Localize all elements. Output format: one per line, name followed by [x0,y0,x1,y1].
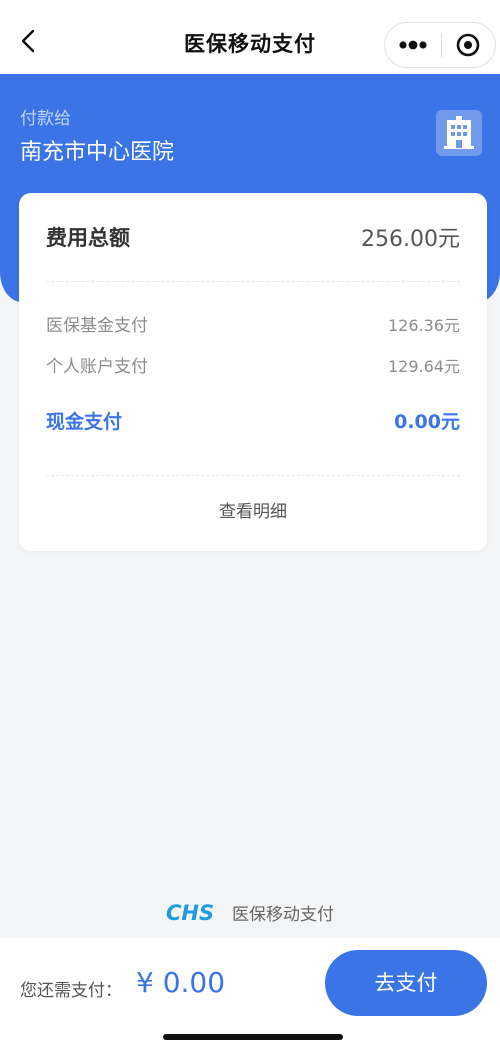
mini-program-capsule [384,22,496,68]
divider [46,475,460,476]
brand-name: 医保移动支付 [232,905,334,925]
more-button[interactable] [385,23,441,67]
total-value: 256.00元 [361,227,460,252]
payee-label: 付款给 [20,109,71,129]
close-mini-program-button[interactable] [442,23,496,67]
total-label: 费用总额 [46,226,130,250]
payment-page: 医保移动支付 付款给 南充市中心医院 费用总额 256.00元 医保基金支付 1… [0,0,500,1048]
total-row: 费用总额 256.00元 [46,221,460,253]
payment-summary-card: 费用总额 256.00元 医保基金支付 126.36元 个人账户支付 129.6… [19,193,487,551]
personal-account-value: 129.64元 [388,356,460,376]
payee-name: 南充市中心医院 [20,140,175,165]
go-pay-button[interactable]: 去支付 [325,950,487,1016]
hospital-building-icon [436,110,482,156]
view-details-link[interactable]: 查看明细 [19,497,487,522]
chs-logo: CHS [166,902,214,924]
cash-payment-value: 0.00元 [394,411,460,433]
fund-payment-value: 126.36元 [388,315,460,335]
more-dots-icon [399,40,427,50]
amount-due-value: ¥ 0.00 [136,966,226,999]
amount-due-label: 您还需支付： [20,981,122,1001]
fund-payment-label: 医保基金支付 [46,316,148,336]
home-indicator [163,1034,343,1040]
fund-payment-row: 医保基金支付 126.36元 [46,311,460,337]
svg-text:CHS: CHS [166,902,214,924]
bottom-payment-bar: 您还需支付： ¥ 0.00 去支付 [0,938,500,1048]
personal-account-row: 个人账户支付 129.64元 [46,352,460,378]
target-close-icon [456,33,480,57]
divider [46,281,460,282]
brand-footer: CHS 医保移动支付 [0,900,500,926]
navigation-bar: 医保移动支付 [0,0,500,74]
cash-payment-row: 现金支付 0.00元 [46,407,460,434]
cash-payment-label: 现金支付 [46,411,123,433]
personal-account-label: 个人账户支付 [46,357,148,377]
